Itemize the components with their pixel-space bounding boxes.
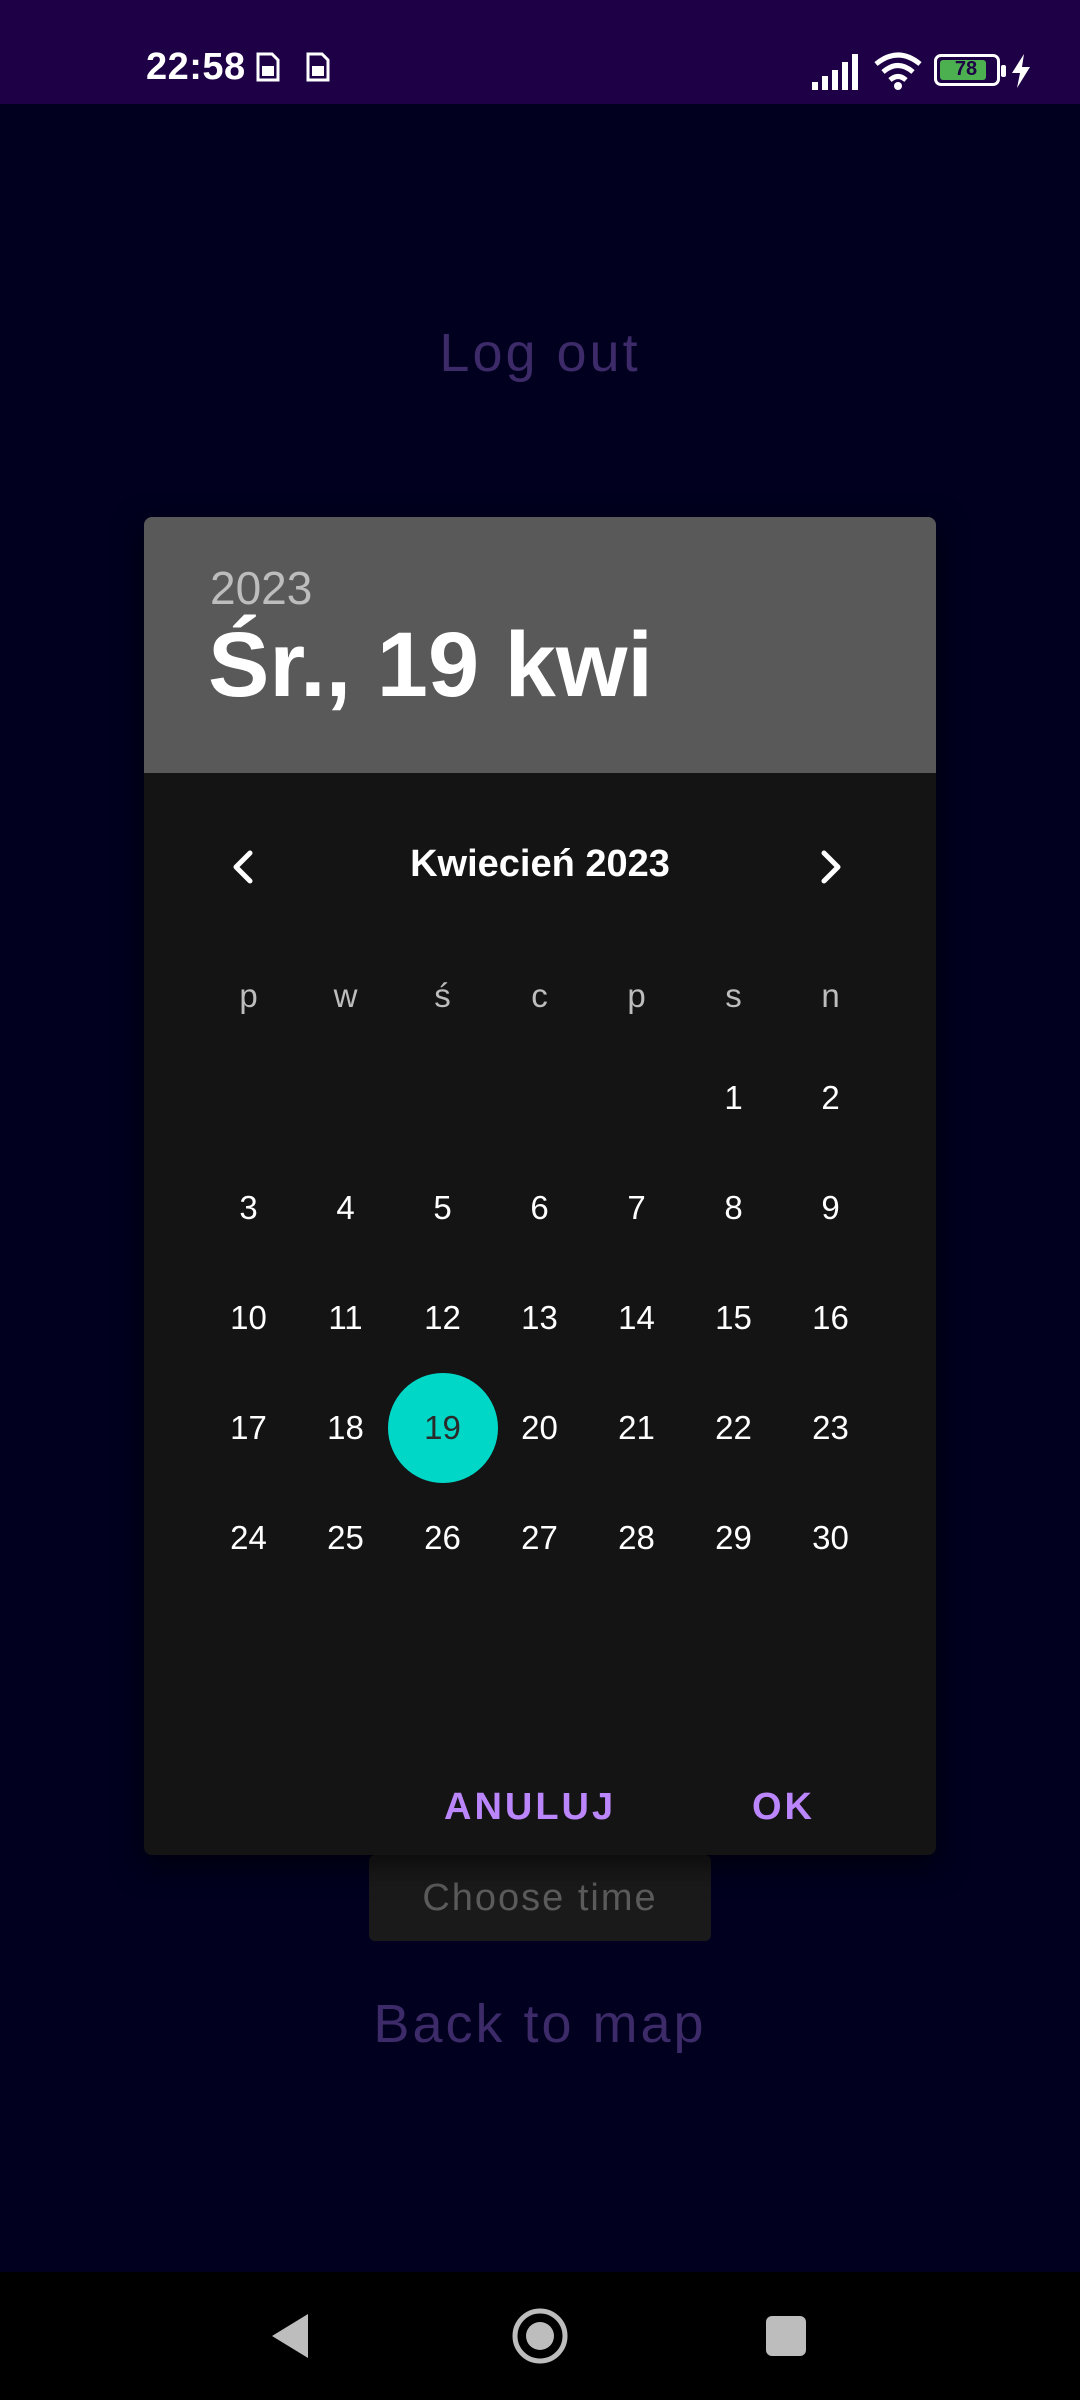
weekday-header: n bbox=[821, 977, 840, 1014]
status-bar: 22:58 78 bbox=[0, 0, 1080, 104]
day-cell[interactable]: 5 bbox=[394, 1153, 491, 1263]
wifi-icon bbox=[874, 52, 922, 90]
day-cell[interactable]: 4 bbox=[297, 1153, 394, 1263]
back-to-map-button[interactable]: Back to map bbox=[0, 1993, 1080, 2055]
day-cell[interactable]: 25 bbox=[297, 1483, 394, 1593]
day-cell[interactable]: 8 bbox=[685, 1153, 782, 1263]
day-cell-selected[interactable]: 19 bbox=[387, 1373, 498, 1483]
day-cell[interactable]: 13 bbox=[491, 1263, 588, 1373]
day-cell[interactable]: 21 bbox=[588, 1373, 685, 1483]
day-cell[interactable]: 1 bbox=[685, 1043, 782, 1153]
home-icon[interactable] bbox=[510, 2306, 570, 2366]
day-cell[interactable]: 2 bbox=[782, 1043, 879, 1153]
battery-icon: 78 bbox=[934, 54, 1006, 86]
date-picker-dialog: 2023 Śr., 19 kwi Kwiecień 2023 pwścpsn12… bbox=[144, 517, 936, 1855]
back-icon[interactable] bbox=[262, 2306, 322, 2366]
day-cell[interactable]: 26 bbox=[394, 1483, 491, 1593]
day-cell[interactable]: 9 bbox=[782, 1153, 879, 1263]
day-cell[interactable]: 29 bbox=[685, 1483, 782, 1593]
calendar-grid: p w ś c p s n 1 2 3 4 5 6 7 8 9 10 11 12 13 14 15 16 17 18 19 20 21… bbox=[144, 517, 936, 1855]
cancel-button[interactable]: ANULUJ bbox=[444, 1757, 616, 1855]
day-cell[interactable]: 23 bbox=[782, 1373, 879, 1483]
signal-icon bbox=[812, 54, 858, 90]
day-cell[interactable]: 3 bbox=[200, 1153, 297, 1263]
day-cell[interactable]: 12 bbox=[394, 1263, 491, 1373]
weekday-header: w bbox=[333, 977, 358, 1014]
day-cell[interactable]: 6 bbox=[491, 1153, 588, 1263]
sim-a-icon bbox=[256, 52, 280, 82]
battery-level: 78 bbox=[954, 58, 978, 80]
day-cell[interactable]: 20 bbox=[491, 1373, 588, 1483]
day-cell[interactable]: 17 bbox=[200, 1373, 297, 1483]
logout-button[interactable]: Log out bbox=[0, 322, 1080, 384]
weekday-header: ś bbox=[434, 977, 451, 1014]
day-cell[interactable]: 10 bbox=[200, 1263, 297, 1373]
charging-icon bbox=[1012, 54, 1030, 88]
day-cell[interactable]: 30 bbox=[782, 1483, 879, 1593]
weekday-header: s bbox=[725, 977, 742, 1014]
weekday-header: p bbox=[627, 977, 646, 1014]
day-cell[interactable]: 27 bbox=[491, 1483, 588, 1593]
day-cell[interactable]: 24 bbox=[200, 1483, 297, 1593]
day-cell[interactable]: 18 bbox=[297, 1373, 394, 1483]
day-cell[interactable]: 22 bbox=[685, 1373, 782, 1483]
day-cell[interactable]: 11 bbox=[297, 1263, 394, 1373]
day-cell[interactable]: 28 bbox=[588, 1483, 685, 1593]
day-cell[interactable]: 14 bbox=[588, 1263, 685, 1373]
sim-b-icon bbox=[306, 52, 330, 82]
day-cell[interactable]: 15 bbox=[685, 1263, 782, 1373]
day-cell[interactable]: 7 bbox=[588, 1153, 685, 1263]
ok-button[interactable]: OK bbox=[752, 1757, 815, 1855]
status-time: 22:58 bbox=[146, 46, 246, 88]
weekday-header: c bbox=[531, 977, 548, 1014]
day-cell[interactable]: 16 bbox=[782, 1263, 879, 1373]
recents-icon[interactable] bbox=[756, 2306, 816, 2366]
system-nav-bar bbox=[0, 2272, 1080, 2400]
choose-time-button[interactable]: Choose time bbox=[369, 1855, 711, 1941]
weekday-header: p bbox=[239, 977, 258, 1014]
